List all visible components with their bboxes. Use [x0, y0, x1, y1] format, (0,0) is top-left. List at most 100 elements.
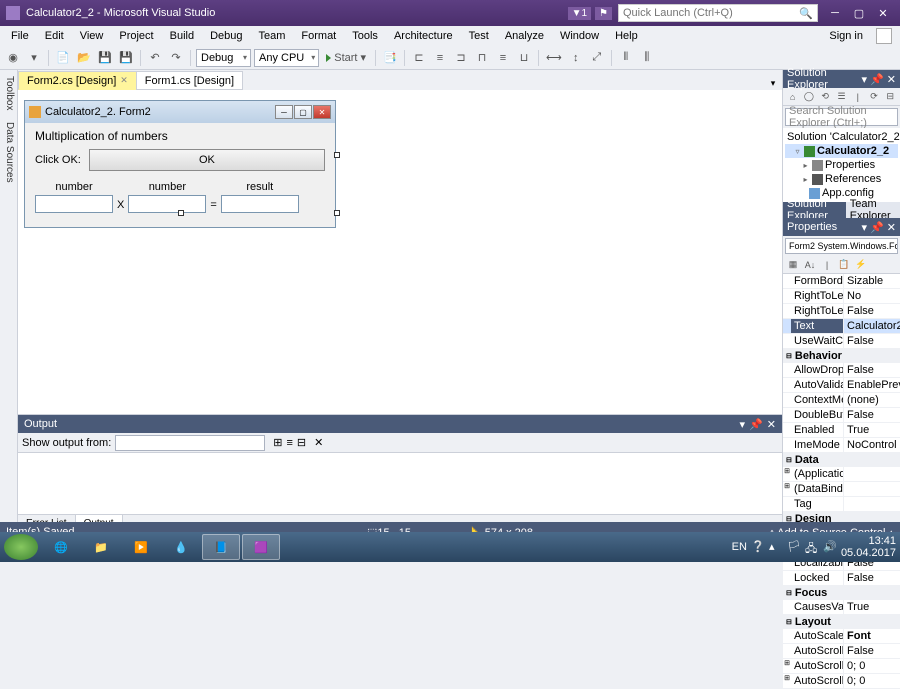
nav-fwd-button[interactable]: ▾	[25, 49, 43, 67]
prop-category[interactable]: ⊟Layout	[783, 615, 900, 629]
tree-project[interactable]: ▿Calculator2_2	[785, 144, 898, 158]
menu-format[interactable]: Format	[294, 28, 343, 44]
tree-references[interactable]: ▸References	[785, 172, 898, 186]
align-middle-button[interactable]: ≡	[494, 49, 512, 67]
tray-lang[interactable]: EN	[732, 541, 747, 553]
nav-back-button[interactable]: ◉	[4, 49, 22, 67]
align-center-button[interactable]: ≡	[431, 49, 449, 67]
close-icon[interactable]: ✕	[887, 73, 896, 86]
prop-category[interactable]: ⊟Behavior	[783, 349, 900, 363]
save-button[interactable]: 💾	[96, 49, 114, 67]
dropdown-icon[interactable]: ▾	[862, 73, 868, 86]
menu-window[interactable]: Window	[553, 28, 606, 44]
align-right-button[interactable]: ⊐	[452, 49, 470, 67]
open-button[interactable]: 📂	[75, 49, 93, 67]
prop-category[interactable]: ⊟Focus	[783, 586, 900, 600]
props-icon[interactable]: 📋	[837, 258, 851, 272]
align-bottom-button[interactable]: ⊔	[515, 49, 533, 67]
clickok-label[interactable]: Click OK:	[35, 154, 81, 166]
taskbar-explorer[interactable]: 📁	[82, 534, 120, 560]
menu-test[interactable]: Test	[462, 28, 496, 44]
toolbox-tab[interactable]: Toolbox	[0, 70, 17, 116]
alpha-icon[interactable]: A↓	[803, 258, 817, 272]
tab-form1[interactable]: Form1.cs [Design]	[136, 71, 243, 90]
hspace-button[interactable]: ⫴	[617, 49, 635, 67]
tree-solution[interactable]: Solution 'Calculator2_2' (1 project)	[785, 130, 898, 144]
prop-row[interactable]: AutoScaleModeFont	[783, 629, 900, 644]
events-icon[interactable]: ⚡	[854, 258, 868, 272]
close-icon[interactable]: ✕	[887, 221, 896, 234]
pin-icon[interactable]: 📌	[749, 418, 763, 431]
size-width-button[interactable]: ⟷	[544, 49, 564, 67]
menu-team[interactable]: Team	[252, 28, 293, 44]
tray-help-icon[interactable]: ❔	[751, 540, 765, 554]
prop-row[interactable]: AllowDropFalse	[783, 363, 900, 378]
prop-row[interactable]: UseWaitCursorFalse	[783, 334, 900, 349]
output-btn[interactable]: ✕	[314, 436, 323, 449]
taskbar-ie[interactable]: 🌐	[42, 534, 80, 560]
toolbar-btn-1[interactable]: 📑	[381, 49, 399, 67]
menu-view[interactable]: View	[73, 28, 111, 44]
taskbar-vs[interactable]: 🟪	[242, 534, 280, 560]
solexp-search[interactable]: Search Solution Explorer (Ctrl+;)	[785, 108, 898, 126]
quick-launch-input[interactable]	[623, 7, 799, 19]
prop-row[interactable]: EnabledTrue	[783, 423, 900, 438]
menu-edit[interactable]: Edit	[38, 28, 71, 44]
menu-file[interactable]: File	[4, 28, 36, 44]
number2-input[interactable]	[128, 195, 206, 213]
home-icon[interactable]: ⌂	[786, 90, 799, 104]
result-input[interactable]	[221, 195, 299, 213]
sync-icon[interactable]: ⟲	[819, 90, 832, 104]
property-grid[interactable]: FormBorderStylSizableRightToLeftNoRightT…	[783, 274, 900, 689]
menu-analyze[interactable]: Analyze	[498, 28, 551, 44]
prop-row[interactable]: TextCalculator2_2. Fo	[783, 319, 900, 334]
output-source-combo[interactable]	[115, 435, 265, 451]
pin-icon[interactable]: 📌	[870, 73, 884, 86]
align-left-button[interactable]: ⊏	[410, 49, 428, 67]
start-button[interactable]	[4, 534, 38, 560]
output-text[interactable]	[18, 453, 782, 514]
categorized-icon[interactable]: ▦	[786, 258, 800, 272]
pin-icon[interactable]: 📌	[870, 221, 884, 234]
prop-row[interactable]: ⊞AutoScrollMinS0; 0	[783, 674, 900, 689]
prop-row[interactable]: ⊞(ApplicationSett	[783, 467, 900, 482]
solution-tree[interactable]: Solution 'Calculator2_2' (1 project) ▿Ca…	[783, 128, 900, 202]
tab-dropdown[interactable]: ▾	[766, 76, 780, 90]
config-combo[interactable]: Debug	[196, 49, 251, 67]
notif-flag-icon[interactable]: ▼1	[568, 7, 591, 20]
tab-form2[interactable]: Form2.cs [Design]✕	[18, 71, 137, 90]
prop-row[interactable]: Tag	[783, 497, 900, 512]
resize-handle[interactable]	[334, 210, 340, 216]
data-sources-tab[interactable]: Data Sources	[0, 116, 17, 189]
redo-button[interactable]: ↷	[167, 49, 185, 67]
dropdown-icon[interactable]: ▾	[862, 221, 868, 234]
menu-architecture[interactable]: Architecture	[387, 28, 460, 44]
number2-label[interactable]: number	[149, 181, 186, 193]
props-object-combo[interactable]: Form2 System.Windows.Forms.Form	[785, 238, 898, 254]
close-icon[interactable]: ✕	[767, 418, 776, 431]
taskbar-app[interactable]: 💧	[162, 534, 200, 560]
resize-handle[interactable]	[334, 152, 340, 158]
prop-row[interactable]: ContextMenuSt(none)	[783, 393, 900, 408]
save-all-button[interactable]: 💾	[117, 49, 135, 67]
menu-tools[interactable]: Tools	[345, 28, 385, 44]
menu-project[interactable]: Project	[112, 28, 160, 44]
refresh-icon[interactable]: ⟳	[867, 90, 880, 104]
taskbar-media[interactable]: ▶️	[122, 534, 160, 560]
result-label[interactable]: result	[246, 181, 273, 193]
tray-network-icon[interactable]: 🖧	[805, 540, 819, 554]
align-top-button[interactable]: ⊓	[473, 49, 491, 67]
prop-row[interactable]: ImeModeNoControl	[783, 438, 900, 453]
tab-teamexp[interactable]: Team Explorer	[846, 202, 900, 218]
prop-row[interactable]: ⊞AutoScrollMarg0; 0	[783, 659, 900, 674]
prop-row[interactable]: RightToLeftLayoFalse	[783, 304, 900, 319]
signin-area[interactable]: Sign in	[822, 28, 896, 44]
tray-volume-icon[interactable]: 🔊	[823, 540, 837, 554]
prop-row[interactable]: AutoScrollFalse	[783, 644, 900, 659]
prop-row[interactable]: LockedFalse	[783, 571, 900, 586]
number1-label[interactable]: number	[55, 181, 92, 193]
prop-category[interactable]: ⊟Data	[783, 453, 900, 467]
form-window[interactable]: Calculator2_2. Form2 ─ ▢ ✕ Multiplicatio…	[24, 100, 336, 228]
collapse-icon[interactable]: ⊟	[884, 90, 897, 104]
size-height-button[interactable]: ↕	[567, 49, 585, 67]
